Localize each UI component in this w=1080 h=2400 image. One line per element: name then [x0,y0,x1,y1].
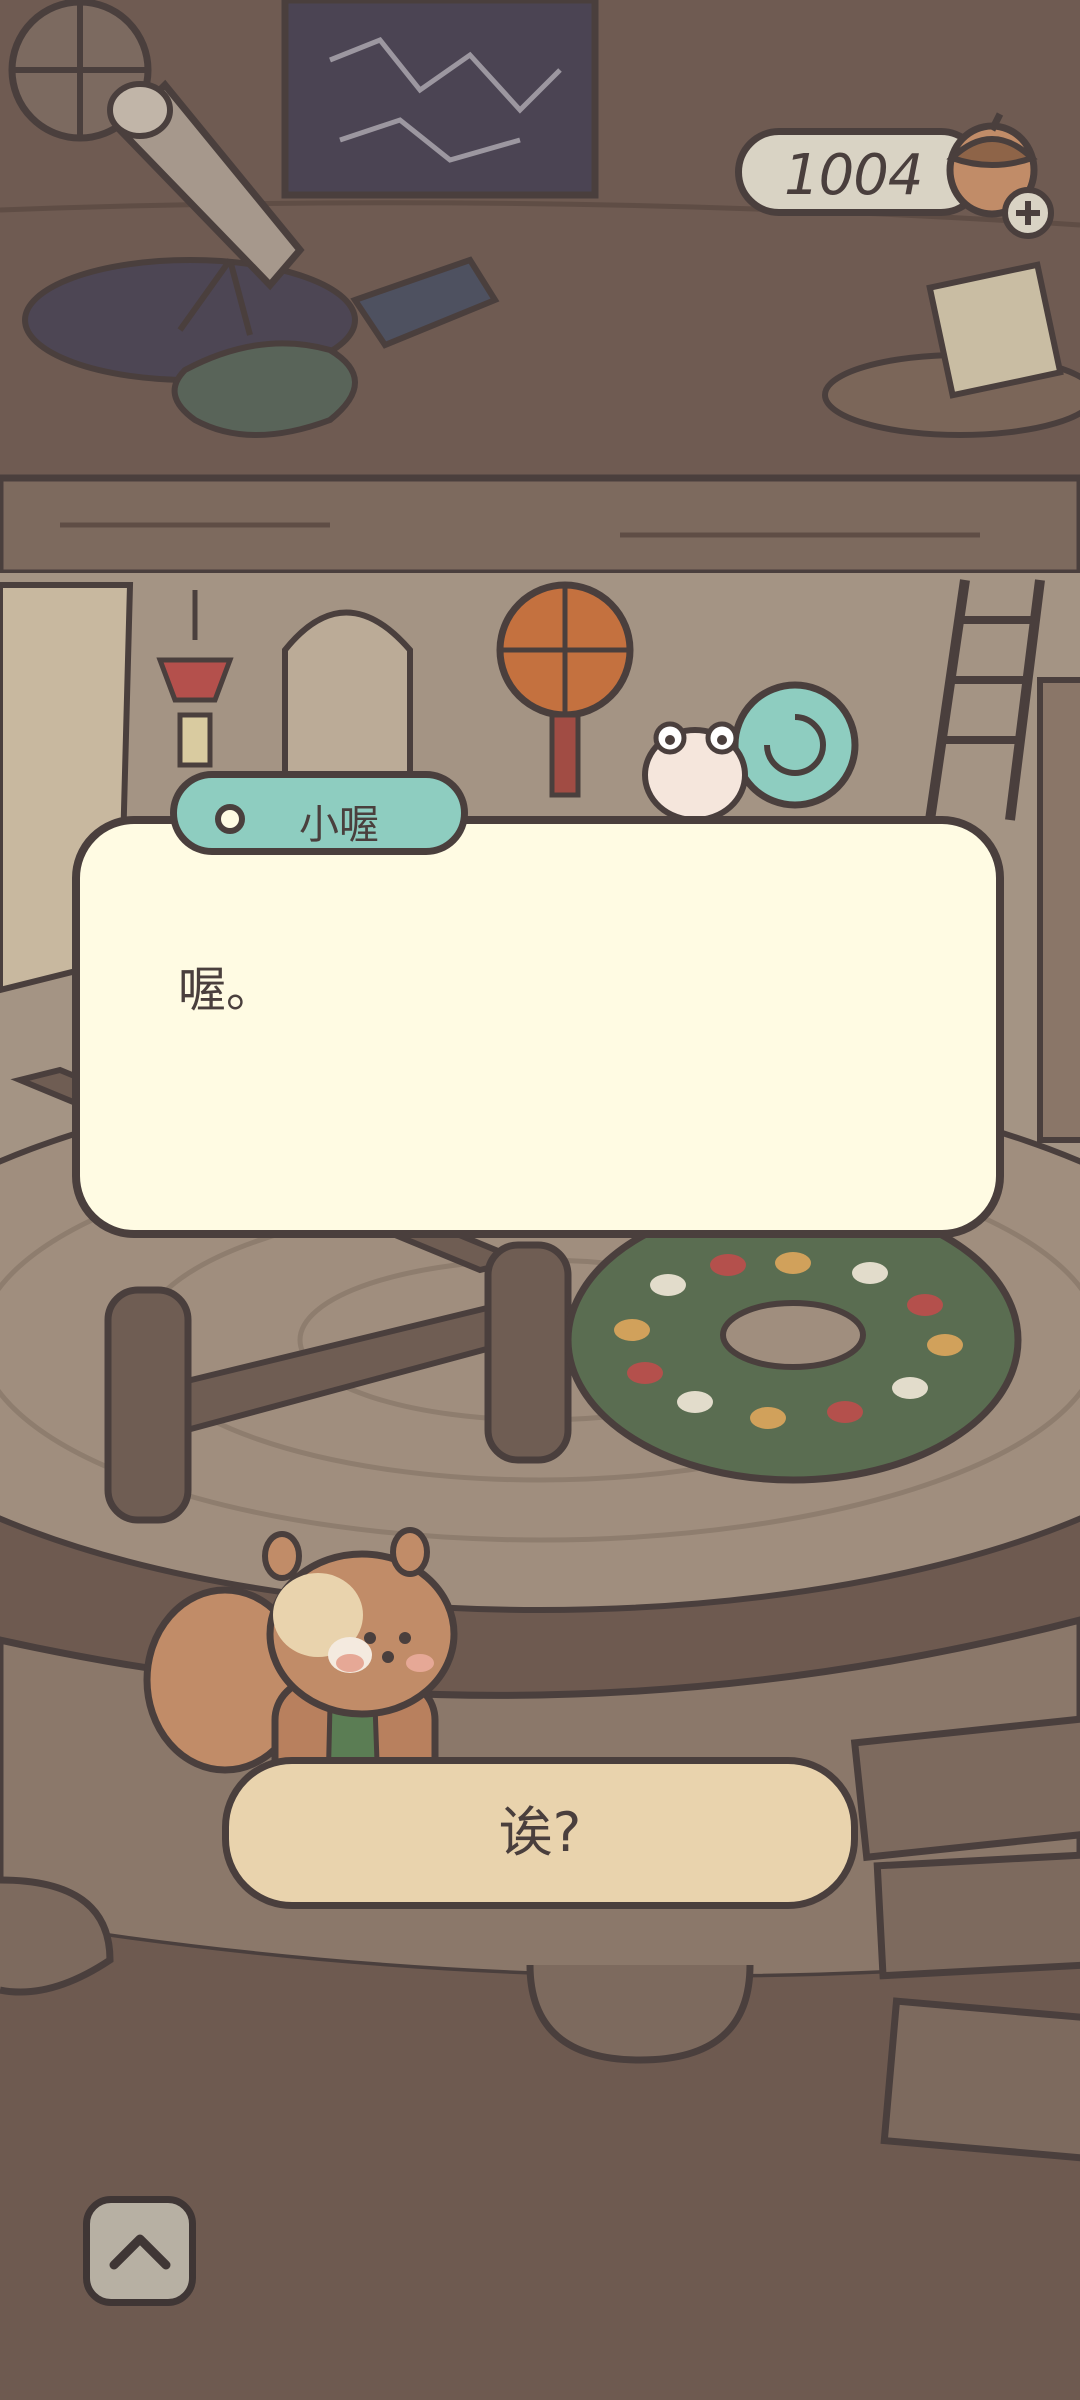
collapse-button[interactable] [83,2196,196,2306]
dialog-text: 喔。 [178,962,275,1018]
acorn-add-icon[interactable] [940,110,1060,240]
game-screen: 1004 小喔 喔。 诶? [0,0,1080,2400]
constellation-poster [281,0,599,199]
currency-value: 1004 [784,143,924,208]
speaker-name: 小喔 [299,802,379,848]
wood-crates [850,1713,1080,2163]
speaker-name-tag: 小喔 [170,771,468,855]
chevron-up-icon [109,2234,171,2270]
reply-option-button[interactable]: 诶? [222,1757,858,1909]
dialog-box[interactable] [72,816,1004,1238]
holiday-wreath [564,1196,1022,1484]
